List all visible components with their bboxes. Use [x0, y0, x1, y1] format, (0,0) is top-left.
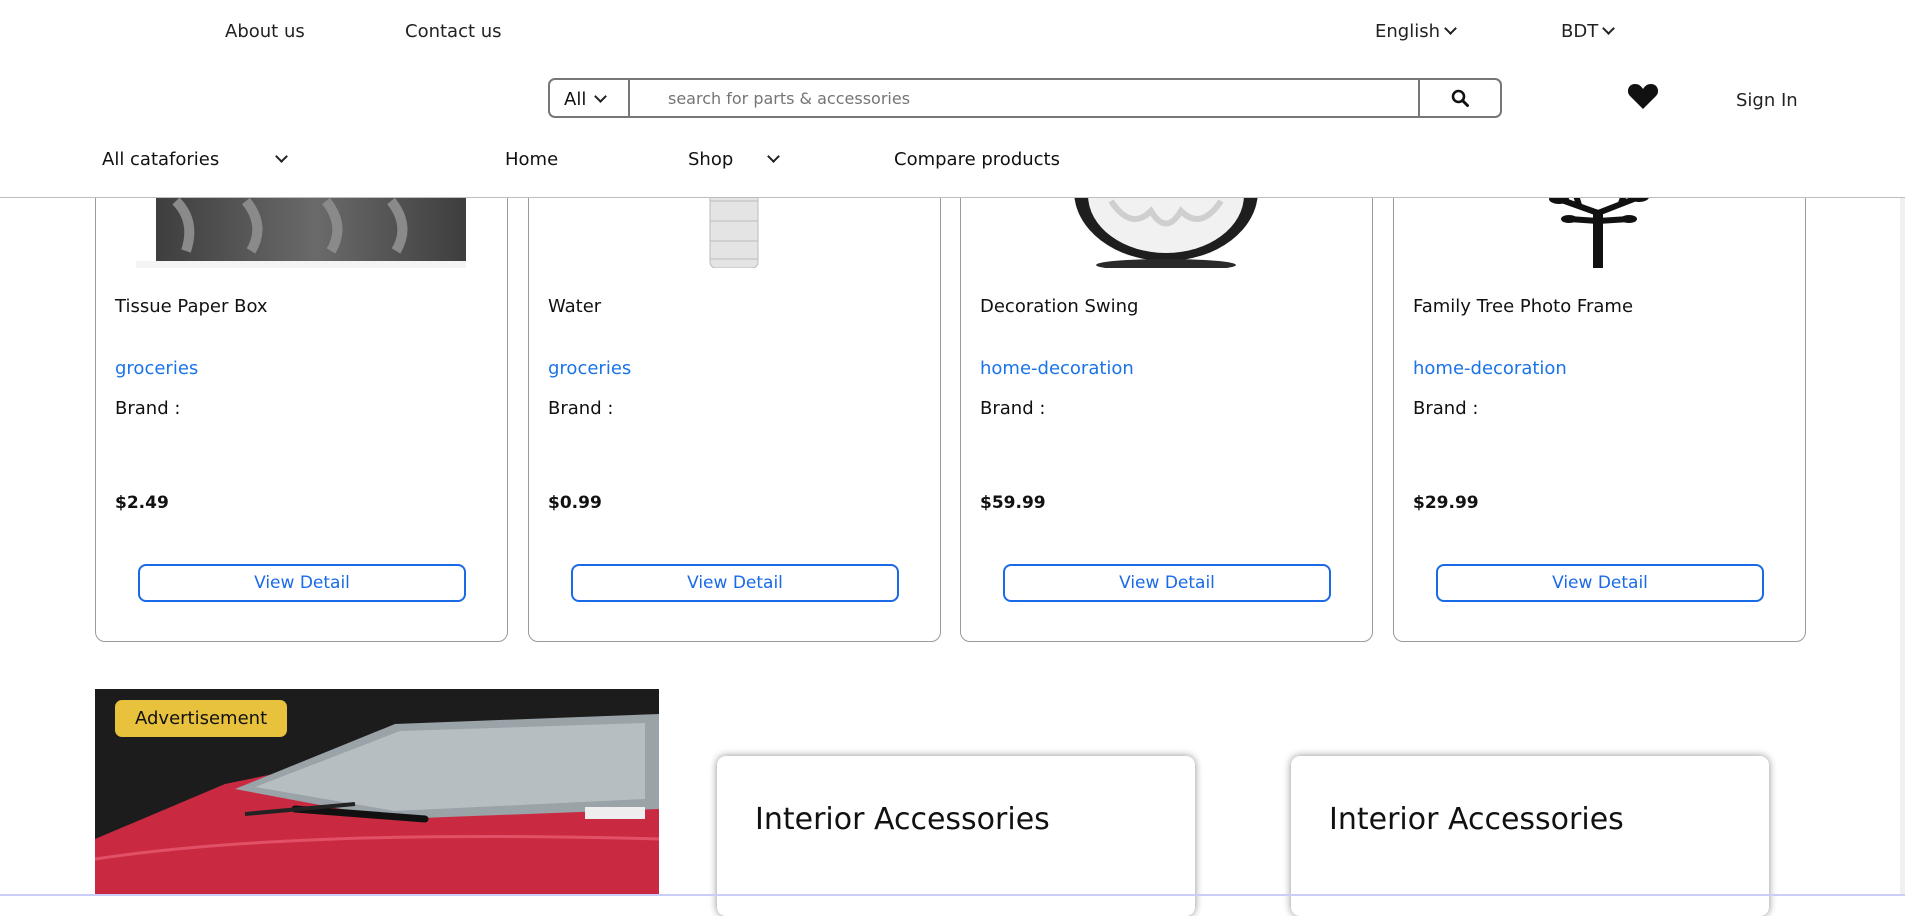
wishlist-button[interactable]: [1627, 82, 1659, 114]
product-card: Water groceries Brand : $0.99 View Detai…: [528, 180, 941, 642]
search-bar: All: [548, 78, 1502, 118]
product-title: Water: [548, 296, 602, 317]
chevron-down-icon: [1444, 22, 1457, 35]
promo-card[interactable]: Interior Accessories: [717, 756, 1195, 916]
all-categories-label: All catafories: [102, 149, 220, 170]
product-card: Decoration Swing home-decoration Brand :…: [960, 180, 1373, 642]
product-brand: Brand :: [115, 398, 181, 419]
sign-in-link[interactable]: Sign In: [1736, 90, 1798, 111]
search-scope-label: All: [564, 89, 587, 110]
view-detail-button[interactable]: View Detail: [138, 564, 466, 602]
product-price: $59.99: [980, 493, 1046, 513]
contact-us-link[interactable]: Contact us: [405, 21, 502, 42]
view-detail-button[interactable]: View Detail: [1003, 564, 1331, 602]
product-card: Family Tree Photo Frame home-decoration …: [1393, 180, 1806, 642]
chevron-down-icon: [767, 150, 781, 163]
language-label: English: [1375, 21, 1440, 42]
site-header: About us Contact us English BDT All Sign…: [0, 0, 1905, 198]
product-brand: Brand :: [1413, 398, 1479, 419]
about-us-link[interactable]: About us: [225, 21, 305, 42]
nav-shop[interactable]: Shop: [688, 149, 781, 170]
promo-title: Interior Accessories: [755, 802, 1050, 837]
promo-title: Interior Accessories: [1329, 802, 1624, 837]
currency-select[interactable]: BDT: [1561, 21, 1616, 42]
view-detail-button[interactable]: View Detail: [571, 564, 899, 602]
language-select[interactable]: English: [1375, 21, 1457, 42]
product-card: Tissue Paper Box groceries Brand : $2.49…: [95, 180, 508, 642]
product-title: Family Tree Photo Frame: [1413, 296, 1634, 317]
nav-home[interactable]: Home: [505, 149, 558, 170]
advertisement-badge: Advertisement: [115, 700, 288, 737]
search-input[interactable]: [630, 80, 1418, 116]
search-icon: [1451, 89, 1469, 107]
nav-compare-products[interactable]: Compare products: [894, 149, 1060, 170]
search-scope-select[interactable]: All: [550, 80, 630, 116]
chevron-down-icon: [1602, 22, 1616, 35]
currency-label: BDT: [1561, 21, 1599, 42]
all-categories-menu[interactable]: All catafories: [102, 149, 289, 170]
chevron-down-icon: [594, 90, 608, 103]
product-category-link[interactable]: groceries: [548, 358, 631, 379]
product-title: Decoration Swing: [980, 296, 1139, 317]
product-brand: Brand :: [548, 398, 614, 419]
advertisement-banner[interactable]: Advertisement: [95, 689, 659, 896]
product-price: $29.99: [1413, 493, 1479, 513]
product-category-link[interactable]: home-decoration: [980, 358, 1134, 379]
promo-card[interactable]: Interior Accessories: [1291, 756, 1769, 916]
view-detail-button[interactable]: View Detail: [1436, 564, 1764, 602]
search-button[interactable]: [1418, 80, 1500, 116]
product-price: $0.99: [548, 493, 602, 513]
product-category-link[interactable]: groceries: [115, 358, 198, 379]
product-price: $2.49: [115, 493, 169, 513]
heart-icon: [1627, 84, 1659, 109]
nav-shop-label: Shop: [688, 149, 734, 170]
product-title: Tissue Paper Box: [115, 296, 268, 317]
chevron-down-icon: [275, 150, 289, 163]
product-brand: Brand :: [980, 398, 1046, 419]
product-category-link[interactable]: home-decoration: [1413, 358, 1567, 379]
